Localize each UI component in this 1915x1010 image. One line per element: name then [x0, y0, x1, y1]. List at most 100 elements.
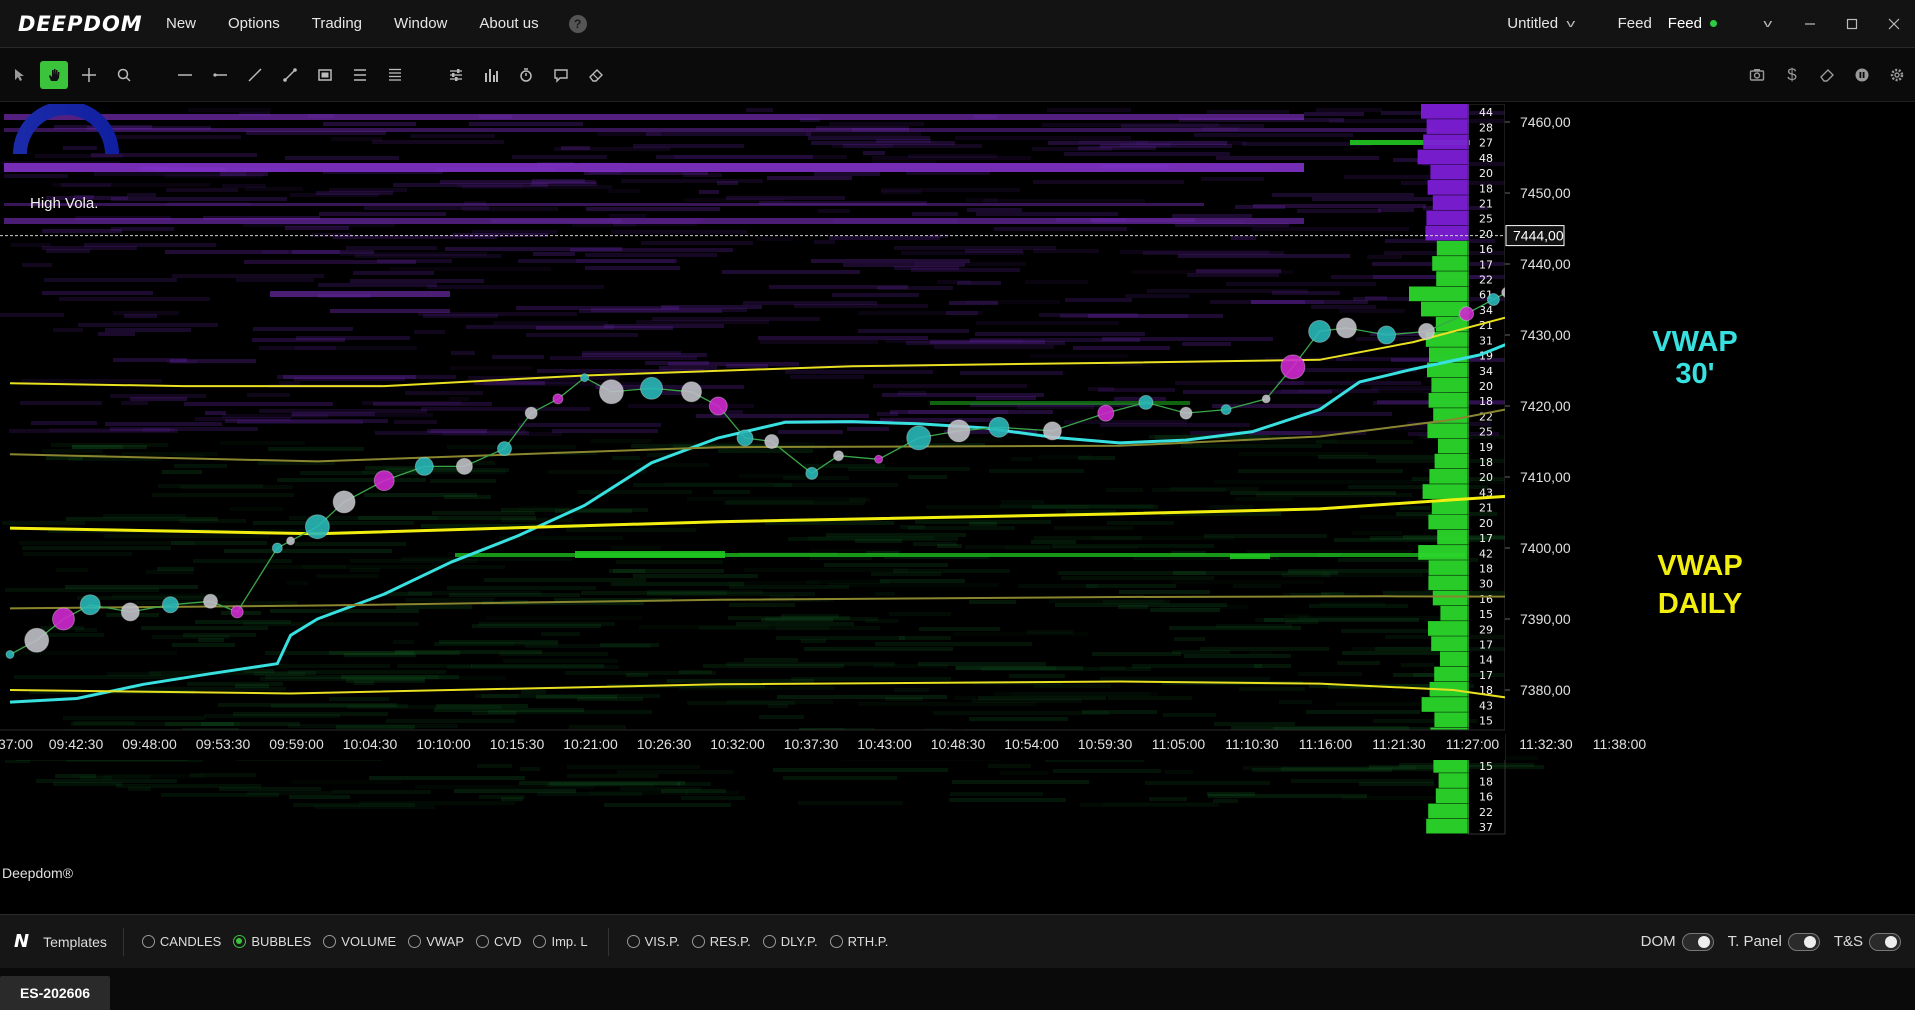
feed-dropdown-button[interactable]: v [1747, 0, 1789, 48]
heatmap-cell [677, 782, 711, 786]
hline-tool[interactable] [171, 61, 199, 89]
radio-circle[interactable] [829, 935, 843, 948]
menu-options[interactable]: Options [212, 15, 296, 32]
rectangle-tool[interactable] [311, 61, 339, 89]
profiles-radio-res-p[interactable]: RES.P. [691, 934, 751, 949]
pointer-tool[interactable] [5, 61, 33, 89]
profiles-radio-dly-p[interactable]: DLY.P. [762, 934, 818, 949]
heatmap-cell [268, 447, 364, 451]
fib-tool[interactable] [346, 61, 374, 89]
heatmap-cell [521, 690, 546, 694]
options-radio-imp-l[interactable]: Imp. L [533, 934, 588, 949]
menu-new[interactable]: New [150, 15, 212, 32]
templates-logo-icon[interactable]: N [14, 931, 29, 952]
comment-tool[interactable] [547, 61, 575, 89]
ts-toggle[interactable]: T&S [1834, 932, 1901, 951]
heatmap-cell [894, 688, 929, 692]
radio-circle[interactable] [233, 935, 247, 948]
heatmap-cell [1025, 280, 1088, 284]
profiles-radio-vis-p[interactable]: VIS.P. [626, 934, 680, 949]
template-options: CANDLES BUBBLES VOLUME VWAP CVD Imp. L [130, 934, 588, 949]
toggle-switch[interactable] [1787, 932, 1820, 951]
heatmap-cell [776, 626, 880, 630]
heatmap-cell [346, 246, 437, 250]
heatmap-chart[interactable]: 4428274820182125201617226134213119342018… [0, 104, 1915, 890]
trendline-tool[interactable] [241, 61, 269, 89]
options-radio-volume[interactable]: VOLUME [323, 934, 396, 949]
heatmap-cell [1272, 291, 1340, 295]
radio-circle[interactable] [691, 935, 705, 948]
profile-value: 16 [1479, 243, 1493, 256]
heatmap-cell [1065, 298, 1132, 302]
levels-tool[interactable] [381, 61, 409, 89]
heatmap-cell [726, 662, 895, 666]
pause-button[interactable] [1848, 61, 1876, 89]
profiles-radio-rth-p[interactable]: RTH.P. [829, 934, 888, 949]
heatmap-cell [865, 619, 899, 623]
indicator-settings-button[interactable] [442, 61, 470, 89]
zoom-tool[interactable] [110, 61, 138, 89]
options-radio-vwap[interactable]: VWAP [408, 934, 464, 949]
help-icon[interactable]: ? [568, 14, 587, 33]
options-radio-cvd[interactable]: CVD [476, 934, 521, 949]
chart-area[interactable]: 44 28 27 48 20 18 21 25 20 16 17 22 61 34 21 31 19 34 20 18… [0, 104, 1915, 890]
close-button[interactable] [1873, 0, 1915, 48]
heatmap-cell [687, 701, 795, 705]
maximize-button[interactable] [1831, 0, 1873, 48]
heatmap-cell [790, 375, 864, 379]
symbol-tab[interactable]: ES-202606 [0, 976, 110, 1010]
toggle-switch[interactable] [1681, 932, 1714, 951]
timer-tool[interactable] [512, 61, 540, 89]
radio-circle[interactable] [141, 935, 155, 948]
heatmap-cell [1230, 491, 1396, 495]
templates-label[interactable]: Templates [43, 934, 107, 950]
heatmap-cell [287, 581, 308, 585]
radio-circle[interactable] [626, 935, 640, 948]
x-tick-label: 11:16:00 [1299, 736, 1353, 752]
clear-drawings-button[interactable] [1813, 61, 1841, 89]
crosshair-tool[interactable] [75, 61, 103, 89]
dollar-button[interactable]: $ [1778, 61, 1806, 89]
radio-circle[interactable] [533, 935, 547, 948]
heatmap-cell [484, 578, 646, 582]
profile-value: 18 [1479, 182, 1493, 195]
ray-tool[interactable] [206, 61, 234, 89]
radio-circle[interactable] [476, 935, 490, 948]
minimize-button[interactable] [1789, 0, 1831, 48]
heatmap-cell [3, 651, 177, 655]
options-radio-candles[interactable]: CANDLES [141, 934, 221, 949]
heatmap-cell [934, 345, 1054, 349]
menu-about[interactable]: About us [463, 15, 554, 32]
radio-circle[interactable] [408, 935, 422, 948]
dom-toggle[interactable]: DOM [1641, 932, 1714, 951]
radio-label: Imp. L [551, 934, 588, 949]
settings-button[interactable] [1883, 61, 1911, 89]
radio-circle[interactable] [323, 935, 337, 948]
tpanel-toggle[interactable]: T. Panel [1728, 932, 1820, 951]
x-tick-label: 09:59:00 [269, 736, 324, 752]
heatmap-cell [582, 353, 707, 357]
eraser-tool[interactable] [582, 61, 610, 89]
volume-tool[interactable] [477, 61, 505, 89]
workspace-select[interactable]: Untitled v [1507, 15, 1575, 32]
heatmap-cell [849, 498, 870, 502]
options-radio-bubbles[interactable]: BUBBLES [233, 934, 311, 949]
heatmap-cell [230, 507, 283, 511]
heatmap-cell [656, 155, 813, 159]
trade-bubble [271, 542, 283, 554]
heatmap-cell [1238, 469, 1403, 473]
feed-select[interactable]: Feed [1668, 15, 1717, 32]
heatmap-cell [994, 692, 1151, 696]
heatmap-cell [894, 246, 1056, 250]
menu-trading[interactable]: Trading [296, 15, 378, 32]
hand-tool[interactable] [40, 60, 68, 89]
heatmap-cell [699, 190, 719, 194]
heatmap-cell [1316, 108, 1382, 112]
menu-window[interactable]: Window [378, 15, 463, 32]
heatmap-cell [1034, 684, 1111, 688]
y-tick-label: 7380,00 [1520, 682, 1571, 698]
screenshot-button[interactable] [1743, 61, 1771, 89]
radio-circle[interactable] [762, 935, 776, 948]
toggle-switch[interactable] [1869, 932, 1901, 951]
measure-tool[interactable] [276, 61, 304, 89]
